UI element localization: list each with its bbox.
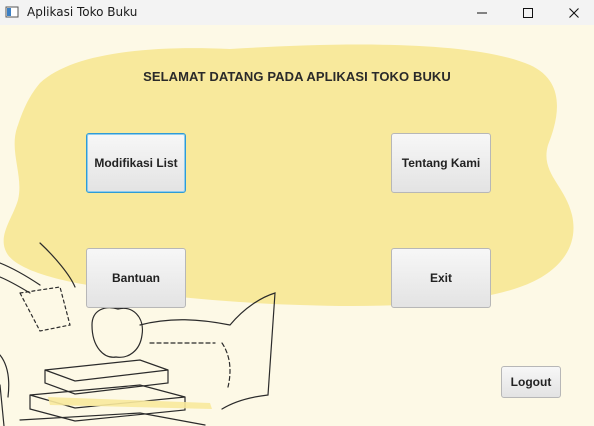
tentang-kami-button[interactable]: Tentang Kami <box>391 133 491 193</box>
close-button[interactable] <box>551 0 594 25</box>
title-bar: Aplikasi Toko Buku <box>0 0 594 25</box>
window-title: Aplikasi Toko Buku <box>27 5 138 19</box>
logout-button[interactable]: Logout <box>501 366 561 398</box>
modifikasi-list-button[interactable]: Modifikasi List <box>86 133 186 193</box>
welcome-heading: SELAMAT DATANG PADA APLIKASI TOKO BUKU <box>143 69 451 84</box>
exit-button[interactable]: Exit <box>391 248 491 308</box>
minimize-icon <box>477 12 487 13</box>
main-panel: SELAMAT DATANG PADA APLIKASI TOKO BUKU M… <box>0 25 594 426</box>
close-icon <box>569 7 579 18</box>
maximize-button[interactable] <box>505 0 551 25</box>
minimize-button[interactable] <box>459 0 505 25</box>
maximize-icon <box>523 7 533 18</box>
bantuan-button[interactable]: Bantuan <box>86 248 186 308</box>
app-icon <box>5 6 19 18</box>
